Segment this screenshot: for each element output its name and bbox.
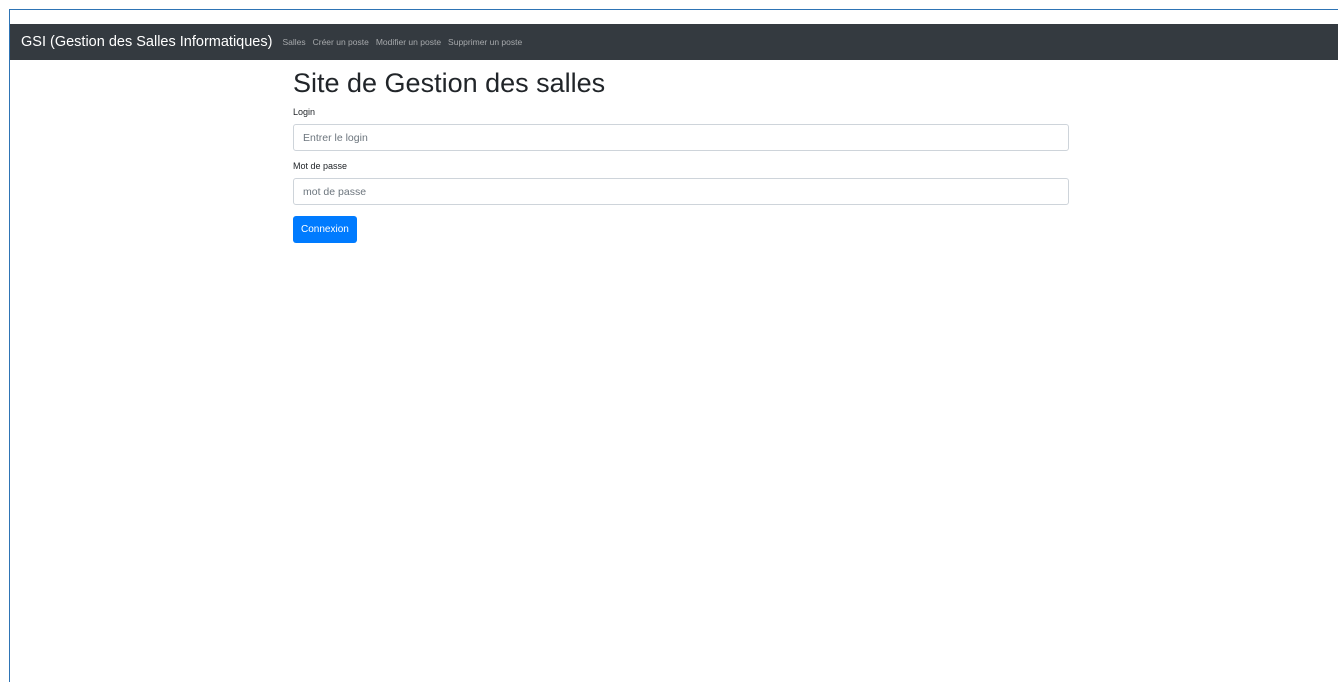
page-title: Site de Gestion des salles	[293, 68, 606, 98]
nav-links: Salles Créer un poste Modifier un poste …	[282, 37, 522, 47]
nav-link-supprimer-poste[interactable]: Supprimer un poste	[448, 37, 522, 47]
login-label: Login	[293, 107, 316, 117]
password-label: Mot de passe	[293, 161, 348, 171]
browser-viewport: GSI (Gestion des Salles Informatiques) S…	[9, 9, 1338, 682]
top-navbar: GSI (Gestion des Salles Informatiques) S…	[10, 24, 1338, 60]
nav-link-salles[interactable]: Salles	[282, 37, 305, 47]
login-group: Login	[293, 107, 1069, 151]
connexion-button[interactable]: Connexion	[293, 216, 357, 243]
password-group: Mot de passe	[293, 161, 1069, 205]
login-form: Login Mot de passe Connexion	[293, 107, 1069, 243]
password-input[interactable]	[293, 178, 1069, 205]
nav-link-creer-poste[interactable]: Créer un poste	[313, 37, 369, 47]
login-input[interactable]	[293, 124, 1069, 151]
navbar-brand[interactable]: GSI (Gestion des Salles Informatiques)	[21, 34, 272, 50]
nav-link-modifier-poste[interactable]: Modifier un poste	[376, 37, 441, 47]
login-container: Site de Gestion des salles Login Mot de …	[293, 68, 1069, 243]
